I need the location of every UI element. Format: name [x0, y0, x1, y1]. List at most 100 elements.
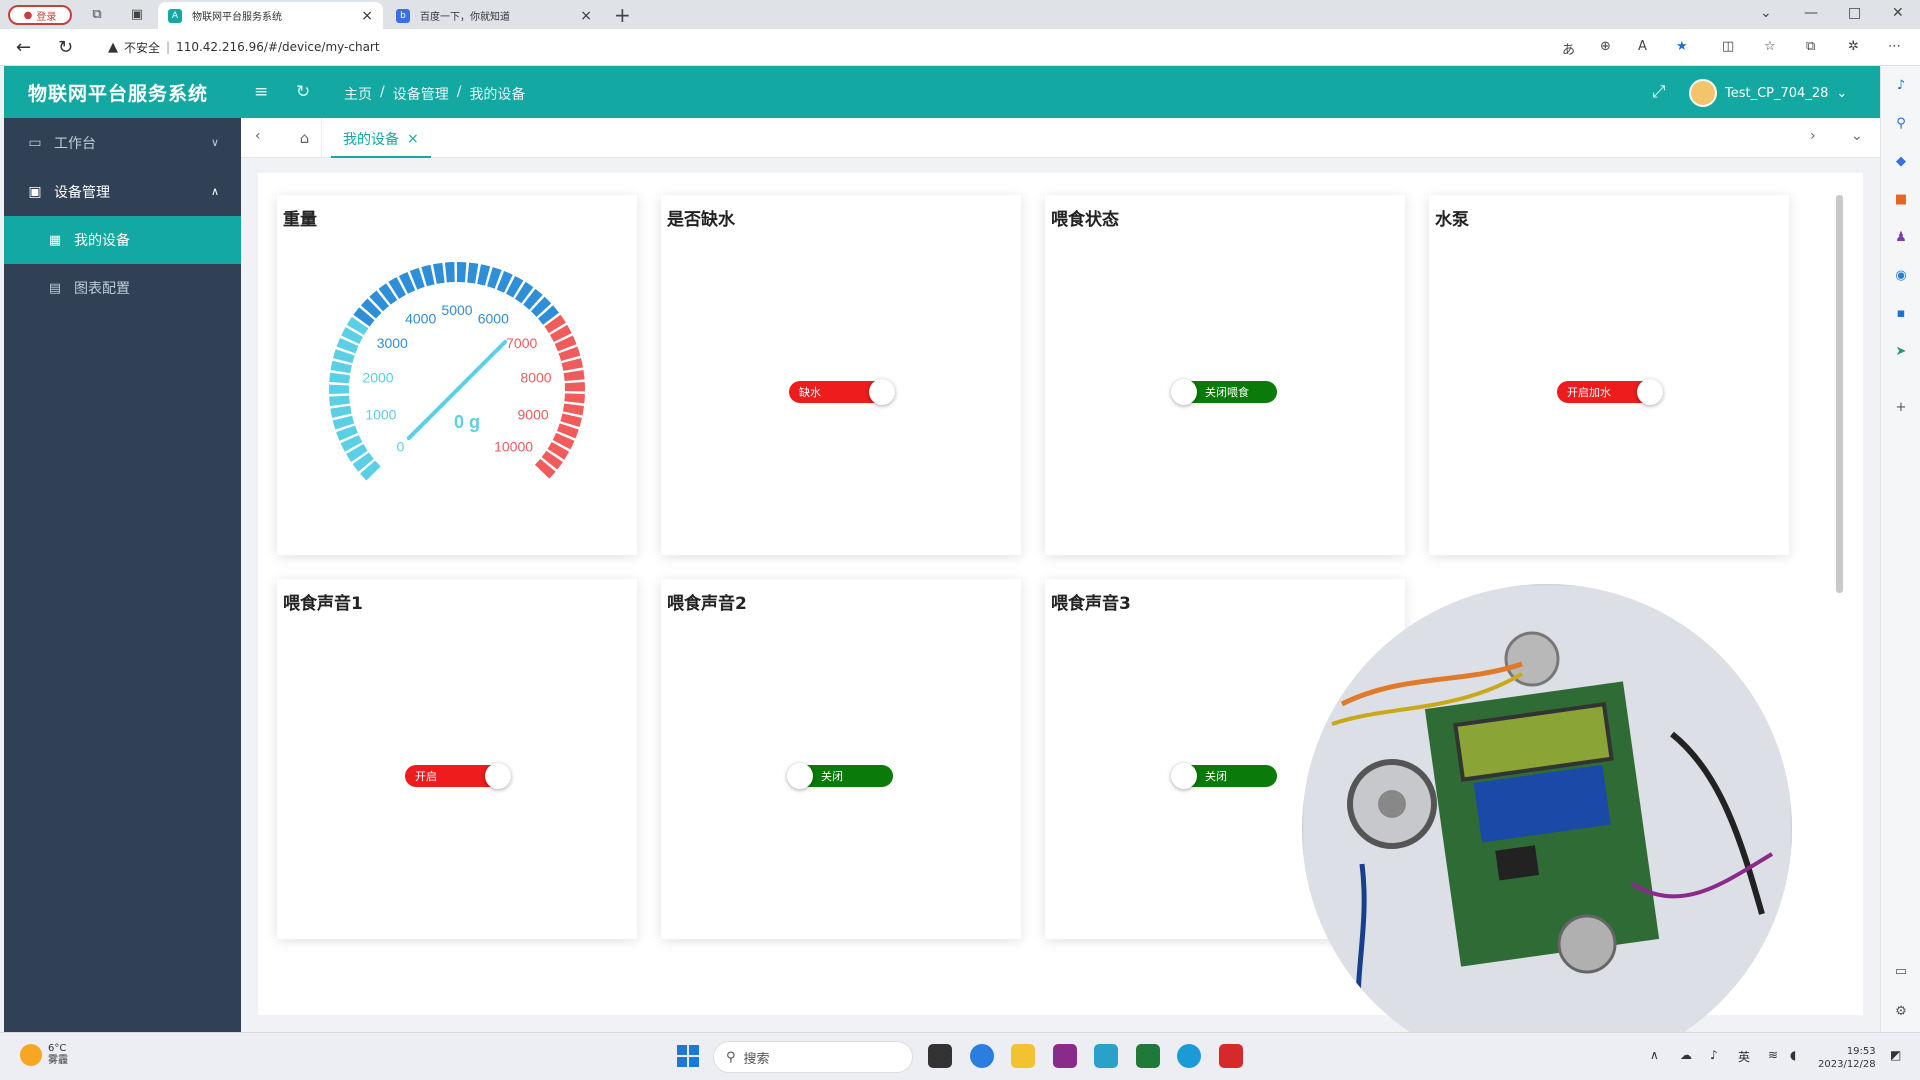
webcam-overlay[interactable] [1302, 584, 1792, 1074]
document-icon: ▣ [28, 183, 42, 200]
screenshot-icon[interactable]: ▭ [1892, 962, 1910, 980]
scroll-right-icon[interactable]: › [1810, 128, 1816, 144]
home-icon[interactable]: ⌂ [288, 118, 322, 158]
browser-tab-baidu[interactable]: b 百度一下，你就知道 × [386, 2, 602, 29]
sidebar-item-chart-config[interactable]: ▤ 图表配置 [4, 264, 241, 312]
send-icon[interactable]: ➤ [1892, 342, 1910, 360]
switch-knob [1171, 379, 1197, 405]
cloud-icon[interactable]: ☁ [1680, 1048, 1692, 1062]
close-window-icon[interactable]: ✕ [1892, 5, 1904, 21]
volume-icon[interactable]: ◖ [1790, 1048, 1796, 1062]
maximize-icon[interactable]: □ [1848, 5, 1861, 21]
close-tab-icon[interactable]: × [361, 8, 373, 24]
tray-chevron-icon[interactable]: ∧ [1650, 1048, 1659, 1062]
card-title: 水泵 [1435, 210, 1469, 230]
app-icon[interactable] [1094, 1044, 1118, 1068]
sidebar-item-my-devices[interactable]: ▦ 我的设备 [4, 216, 241, 264]
breadcrumb-home[interactable]: 主页 [344, 84, 372, 104]
app-k-icon[interactable] [970, 1044, 994, 1068]
gauge-arc-segment [330, 405, 352, 418]
tag-icon[interactable]: ◆ [1892, 152, 1910, 170]
bell-icon[interactable]: ♪ [1892, 76, 1910, 94]
collections-icon[interactable]: ⧉ [1806, 39, 1815, 54]
new-tab-icon[interactable]: + [614, 3, 631, 27]
tab-actions-icon[interactable]: ▣ [128, 5, 146, 23]
gauge-arc-segment [346, 443, 368, 462]
device-card: 喂食状态 关闭喂食 [1045, 195, 1405, 555]
scroll-left-icon[interactable]: ‹ [255, 128, 261, 144]
gauge-tick-label: 9000 [518, 407, 549, 423]
login-label: 登录 [36, 11, 57, 23]
edge-icon[interactable] [1177, 1044, 1201, 1068]
app-icon[interactable] [1053, 1044, 1077, 1068]
search-icon[interactable]: ⚲ [1892, 114, 1910, 132]
close-icon[interactable]: × [407, 131, 419, 147]
back-arrow-icon[interactable]: ← [16, 37, 31, 58]
extensions-icon[interactable]: ✲ [1848, 39, 1859, 54]
toggle-switch[interactable]: 关闭 [787, 763, 893, 789]
toggle-switch[interactable]: 关闭 [1171, 763, 1277, 789]
scrollbar[interactable] [1836, 195, 1843, 593]
user-menu[interactable]: Test_CP_704_28 ⌄ [1689, 79, 1847, 107]
browser-profile-login-button[interactable]: ● 登录 [8, 5, 72, 25]
hamburger-icon[interactable]: ≡ [254, 82, 268, 102]
zoom-icon[interactable]: ⊕ [1600, 39, 1611, 54]
clock[interactable]: 19:53 2023/12/28 [1818, 1045, 1876, 1071]
url-field[interactable]: ▲ 不安全 | 110.42.216.96/#/device/my-chart [108, 35, 380, 59]
microphone-icon[interactable]: ♪ [1710, 1048, 1718, 1062]
tags-menu-chevron-icon[interactable]: ⌄ [1851, 128, 1863, 144]
favorites-icon[interactable]: ☆ [1764, 39, 1776, 54]
gauge-arc-segment [505, 275, 524, 298]
taskbar-search[interactable]: ⚲ 搜索 [713, 1041, 913, 1073]
favorite-star-icon[interactable]: ★ [1676, 39, 1688, 54]
windows-start-icon[interactable] [677, 1045, 699, 1067]
collections-icon[interactable]: ⧉ [88, 5, 106, 23]
read-aloud-icon[interactable]: A [1638, 39, 1647, 54]
fullscreen-icon[interactable]: ⤢ [1652, 82, 1666, 102]
add-icon[interactable]: + [1892, 398, 1910, 416]
tab-list-chevron-icon[interactable]: ⌄ [1760, 5, 1772, 21]
office-icon[interactable]: ◉ [1892, 266, 1910, 284]
gauge-arc-segment [558, 346, 581, 362]
gauge-tick-label: 10000 [494, 439, 533, 455]
gauge-arc-segment [561, 358, 583, 371]
sidebar-item-device-management[interactable]: ▣ 设备管理 ∧ [4, 167, 241, 216]
tag-label: 我的设备 [343, 131, 399, 148]
task-view-icon[interactable] [928, 1044, 952, 1068]
toggle-switch[interactable]: 开启 [405, 763, 511, 789]
toggle-switch[interactable]: 缺水 [789, 379, 895, 405]
recorder-icon[interactable] [1219, 1044, 1243, 1068]
app-icon[interactable] [1136, 1044, 1160, 1068]
breadcrumb-device-management[interactable]: 设备管理 [393, 84, 449, 104]
gauge-arc-segment [552, 432, 575, 450]
weather-widget[interactable]: 6°C 雾霾 [20, 1043, 68, 1067]
settings-gear-icon[interactable]: ⚙ [1892, 1002, 1910, 1020]
card-title: 喂食声音2 [667, 594, 747, 614]
toolbox-icon[interactable]: ■ [1892, 190, 1910, 208]
minimize-icon[interactable]: — [1804, 5, 1818, 21]
wifi-icon[interactable]: ≋ [1768, 1048, 1778, 1062]
toggle-switch[interactable]: 开启加水 [1557, 379, 1663, 405]
toggle-switch[interactable]: 关闭喂食 [1171, 379, 1277, 405]
refresh-icon[interactable]: ↻ [58, 37, 73, 58]
refresh-icon[interactable]: ↻ [296, 82, 310, 102]
ime-indicator[interactable]: 英 [1738, 1048, 1750, 1065]
outlook-icon[interactable]: ▪ [1892, 304, 1910, 322]
switch-label: 开启加水 [1567, 386, 1611, 399]
switch-knob [485, 763, 511, 789]
gauge-arc-segment [541, 450, 563, 470]
notification-icon[interactable]: ◩ [1890, 1048, 1901, 1062]
close-tab-icon[interactable]: × [580, 8, 592, 24]
weather-temp: 6°C [48, 1043, 67, 1054]
tag-my-devices[interactable]: 我的设备 × [331, 121, 431, 158]
file-explorer-icon[interactable] [1011, 1044, 1035, 1068]
sidebar-item-workbench[interactable]: ▭ 工作台 ∨ [4, 118, 241, 167]
people-icon[interactable]: ♟ [1892, 228, 1910, 246]
translate-icon[interactable]: あ [1562, 39, 1575, 58]
card-title: 喂食声音1 [283, 594, 363, 614]
split-screen-icon[interactable]: ◫ [1722, 39, 1734, 54]
more-menu-icon[interactable]: ⋯ [1888, 39, 1901, 54]
browser-tab-iot[interactable]: A 物联网平台服务系统 × [158, 2, 383, 29]
gauge-tick-label: 7000 [506, 335, 537, 351]
gauge-tick-label: 3000 [377, 335, 408, 351]
